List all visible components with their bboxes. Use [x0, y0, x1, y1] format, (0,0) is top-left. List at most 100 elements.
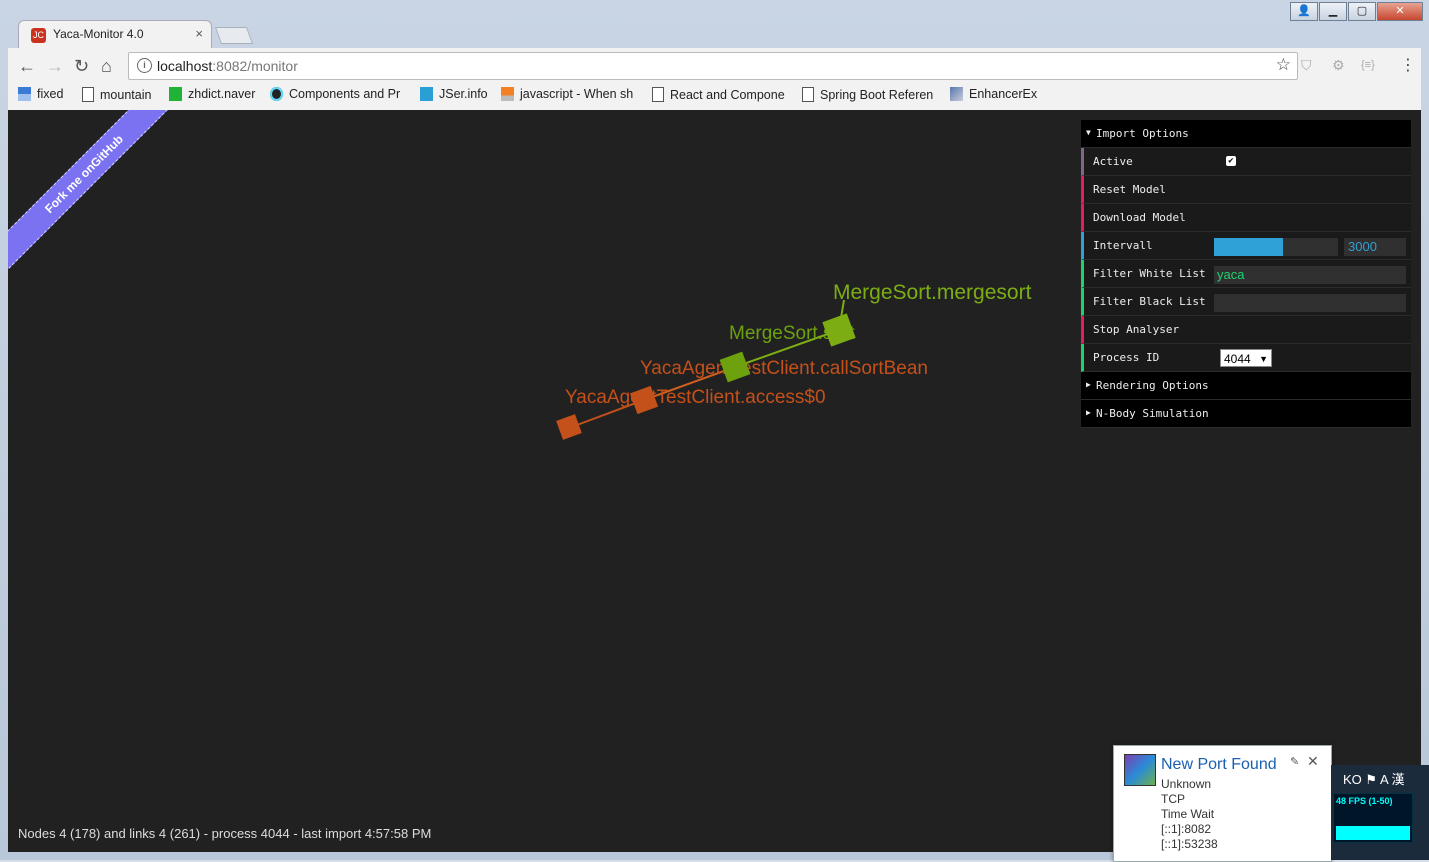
filter-white-list-control: Filter White List yaca [1081, 260, 1411, 288]
nbody-simulation-folder[interactable]: ▶ N-Body Simulation [1081, 400, 1411, 428]
triangle-right-icon: ▶ [1086, 408, 1091, 417]
pin-icon[interactable]: ✎ [1290, 755, 1299, 768]
bookmark-mountain[interactable]: mountain [82, 87, 151, 102]
bookmark-label: zhdict.naver [188, 87, 256, 101]
stackoverflow-icon [501, 87, 514, 101]
bookmark-javascript[interactable]: javascript - When sh [501, 87, 633, 101]
bookmark-enhancer[interactable]: EnhancerEx [950, 87, 1037, 101]
bookmark-label: Spring Boot Referen [820, 87, 934, 102]
bookmark-label: mountain [100, 87, 152, 102]
address-bar[interactable]: i localhost:8082/monitor ☆ [128, 52, 1298, 80]
filter-black-list-control: Filter Black List [1081, 288, 1411, 316]
fixed-icon [18, 87, 31, 101]
bookmark-label: React and Compone [670, 87, 785, 102]
close-window-button[interactable]: ✕ [1377, 2, 1423, 21]
active-control[interactable]: Active ✔ [1081, 148, 1411, 176]
bookmark-components[interactable]: Components and Pr [270, 87, 400, 101]
url-path: :8082/monitor [212, 58, 298, 74]
tab-title: Yaca-Monitor 4.0 [53, 27, 144, 41]
reset-model-button[interactable]: Reset Model [1081, 176, 1411, 204]
control-label: Intervall [1093, 239, 1153, 252]
process-id-select[interactable]: 4044 ▼ [1220, 349, 1272, 367]
new-tab-button[interactable] [214, 27, 254, 44]
control-label: Download Model [1093, 211, 1186, 224]
filter-white-list-input[interactable]: yaca [1214, 266, 1406, 284]
filter-black-list-input[interactable] [1214, 294, 1406, 312]
settings-extension-icon[interactable]: ⚙ [1332, 57, 1345, 74]
port-notification[interactable]: New Port Found ✎ ✕ Unknown TCP Time Wait… [1113, 745, 1332, 862]
dropdown-arrow-icon: ▼ [1259, 354, 1268, 364]
json-extension-icon[interactable]: {≡} [1361, 59, 1375, 71]
home-button[interactable]: ⌂ [101, 56, 112, 77]
intervall-slider-fill [1214, 238, 1284, 256]
stop-analyser-button[interactable]: Stop Analyser [1081, 316, 1411, 344]
intervall-input[interactable]: 3000 [1344, 238, 1406, 256]
notification-line: Unknown [1161, 777, 1212, 791]
triangle-down-icon: ▼ [1086, 128, 1091, 137]
user-button[interactable]: 👤 [1290, 2, 1318, 21]
folder-title: N-Body Simulation [1096, 407, 1209, 420]
control-label: Reset Model [1093, 183, 1166, 196]
url-text[interactable]: localhost:8082/monitor [157, 58, 298, 74]
site-info-icon[interactable]: i [137, 58, 152, 73]
rendering-options-folder[interactable]: ▶ Rendering Options [1081, 372, 1411, 400]
bookmark-react[interactable]: React and Compone [652, 87, 785, 102]
bookmark-label: Components and Pr [289, 87, 401, 101]
fps-text: 48 FPS (1-50) [1336, 796, 1393, 806]
reload-button[interactable]: ↻ [74, 56, 89, 77]
bookmark-label: fixed [37, 87, 64, 101]
shield-extension-icon[interactable]: ⛉ [1301, 57, 1312, 74]
triangle-right-icon: ▶ [1086, 380, 1091, 389]
back-button[interactable]: ← [18, 56, 36, 77]
control-label: Process ID [1093, 351, 1160, 364]
tab-close-icon[interactable]: × [195, 26, 203, 41]
bookmark-label: JSer.info [439, 87, 488, 101]
notification-line: [::1]:53238 [1161, 837, 1218, 851]
bookmark-fixed[interactable]: fixed [18, 87, 63, 101]
folder-title: Rendering Options [1096, 379, 1209, 392]
bookmarks-bar: fixed mountain zhdict.naver Components a… [8, 84, 1421, 111]
monitor-canvas[interactable]: YacaAgentTestClient.access$0 YacaAgentTe… [8, 110, 1421, 852]
notification-line: TCP [1161, 792, 1185, 806]
maximize-button[interactable]: ▢ [1348, 2, 1376, 21]
jser-icon [420, 87, 433, 101]
node-label: YacaAgentTestClient.callSortBean [640, 358, 928, 379]
page-icon [802, 87, 814, 102]
dict-icon [169, 87, 182, 101]
folder-title: Import Options [1096, 127, 1189, 140]
tab-yaca-monitor[interactable]: JC Yaca-Monitor 4.0 × [18, 20, 212, 49]
process-id-value: 4044 [1224, 352, 1251, 366]
menu-icon[interactable]: ⋮ [1400, 55, 1416, 75]
graph-node[interactable] [556, 414, 582, 440]
page-icon [82, 87, 94, 102]
page-icon [652, 87, 664, 102]
control-label: Filter White List [1093, 267, 1206, 280]
control-label: Filter Black List [1093, 295, 1206, 308]
ime-indicator[interactable]: KO ⚑ A 漢 [1343, 769, 1405, 788]
url-host: localhost [157, 58, 213, 74]
browser-window: 👤 ▁ ▢ ✕ JC Yaca-Monitor 4.0 × ← → ↻ ⌂ i … [0, 0, 1429, 862]
bookmark-label: javascript - When sh [520, 87, 634, 101]
react-icon [270, 87, 283, 101]
bookmark-jser[interactable]: JSer.info [420, 87, 488, 101]
bookmark-zhdict[interactable]: zhdict.naver [169, 87, 255, 101]
minimize-button[interactable]: ▁ [1319, 2, 1347, 21]
bookmark-label: EnhancerEx [969, 87, 1038, 101]
network-monitor-icon [1124, 754, 1156, 786]
status-text: Nodes 4 (178) and links 4 (261) - proces… [18, 826, 432, 841]
intervall-control: Intervall 3000 [1081, 232, 1411, 260]
import-options-folder[interactable]: ▼ Import Options [1081, 120, 1411, 148]
enhancer-icon [950, 87, 963, 101]
process-id-control: Process ID 4044 ▼ [1081, 344, 1411, 372]
intervall-slider[interactable] [1214, 238, 1338, 256]
fps-bar [1336, 826, 1410, 840]
download-model-button[interactable]: Download Model [1081, 204, 1411, 232]
bookmark-spring[interactable]: Spring Boot Referen [802, 87, 933, 102]
active-checkbox[interactable]: ✔ [1226, 156, 1236, 166]
bookmark-star-icon[interactable]: ☆ [1276, 55, 1291, 75]
fps-meter: 48 FPS (1-50) [1333, 793, 1413, 843]
forward-button[interactable]: → [46, 56, 64, 77]
notification-close-icon[interactable]: ✕ [1307, 753, 1319, 770]
notification-title: New Port Found [1161, 756, 1277, 773]
control-label: Active [1093, 155, 1133, 168]
